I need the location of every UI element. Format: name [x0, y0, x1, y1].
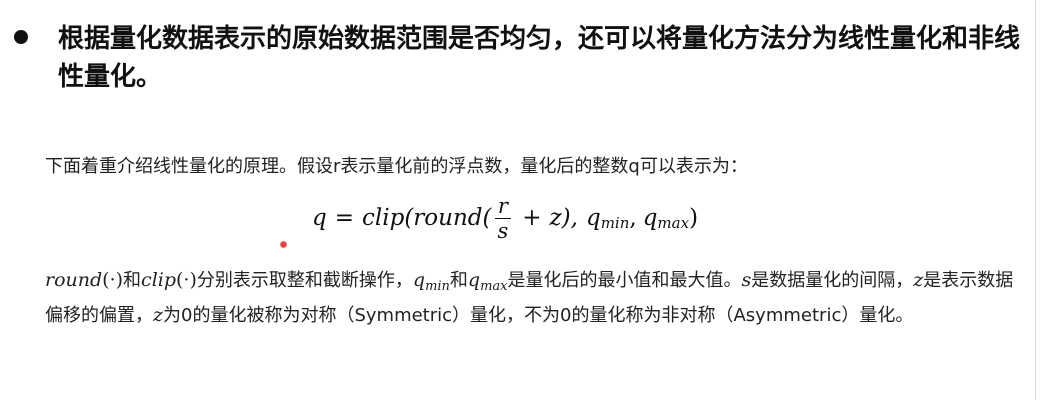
math-qmax-q: q — [467, 269, 481, 291]
bullet-text: 根据量化数据表示的原始数据范围是否均匀，还可以将量化方法分为线性量化和非线性量化… — [58, 24, 1021, 92]
text-he-2: 和 — [449, 270, 468, 291]
intro-paragraph: 下面着重介绍线性量化的原理。假设r表示量化前的浮点数，量化后的整数q可以表示为： — [45, 156, 748, 177]
formula-qmax-sub: max — [657, 214, 690, 232]
math-round-arg: (·) — [102, 269, 124, 291]
text-segment-5: 为0的量化被称为对称（Symmetric）量化，不为0的量化称为非对称（Asym… — [163, 305, 914, 326]
math-z-2: z — [153, 304, 164, 326]
text-segment-1: 分别表示取整和截断操作， — [196, 270, 413, 291]
formula-equals: = — [334, 205, 355, 231]
formula-close: ) — [689, 205, 699, 231]
formula-qmax: q — [642, 205, 658, 231]
math-qmin-sub: min — [425, 279, 450, 294]
math-qmin: qmin — [412, 269, 450, 294]
laser-pointer-dot — [280, 241, 287, 248]
quantization-formula: q = clip(round( r s + z), q min , q max ) — [312, 188, 698, 248]
explanation-paragraph: round(·)和clip(·)分别表示取整和截断操作，qmin和qmax是量化… — [45, 264, 1025, 332]
formula-qmin-sub: min — [600, 214, 630, 232]
text-segment-3: 是数据量化的间隔， — [751, 270, 914, 291]
right-border — [1035, 0, 1036, 400]
math-qmin-q: q — [412, 269, 426, 291]
formula-plus: + — [522, 205, 542, 231]
formula-comma: , — [629, 205, 637, 231]
math-z-1: z — [913, 269, 924, 291]
text-segment-2: 是量化后的最小值和最大值。 — [507, 270, 742, 291]
bullet-point: 根据量化数据表示的原始数据范围是否均匀，还可以将量化方法分为线性量化和非线性量化… — [14, 20, 1024, 96]
math-round-name: round — [45, 269, 103, 291]
math-qmax-sub: max — [480, 279, 508, 294]
formula-z-close: z), — [549, 205, 578, 231]
formula-fraction: r s — [494, 194, 511, 243]
math-qmax: qmax — [467, 269, 508, 294]
formula-denominator: s — [497, 218, 509, 243]
formula-lhs: q — [312, 205, 327, 231]
formula-func: clip(round( — [362, 205, 492, 231]
formula-qmin: q — [585, 205, 601, 231]
math-s: s — [741, 269, 752, 291]
formula-numerator: r — [494, 194, 511, 219]
math-clip: clip(·) — [141, 269, 197, 291]
math-clip-name: clip — [141, 269, 177, 291]
math-round: round(·) — [45, 269, 123, 291]
bullet-dot-icon — [14, 30, 28, 44]
math-clip-arg: (·) — [176, 269, 197, 291]
text-he-1: 和 — [123, 270, 142, 291]
